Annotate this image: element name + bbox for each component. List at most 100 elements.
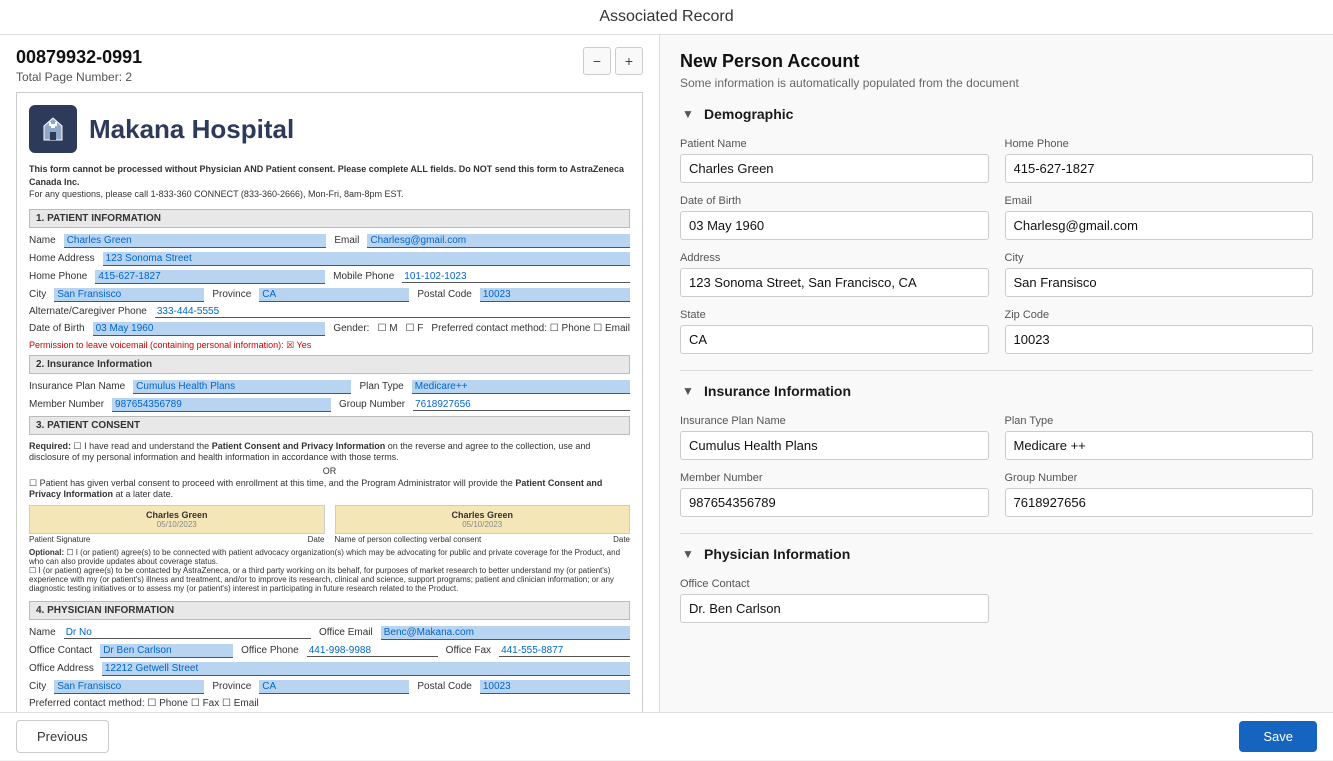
doc-info: 00879932-0991 Total Page Number: 2	[16, 47, 142, 84]
insurance-form-grid: Insurance Plan Name Plan Type Member Num…	[680, 415, 1313, 517]
patient-email-field: Charlesg@gmail.com	[367, 234, 630, 248]
insurance-chevron[interactable]: ▼	[680, 383, 696, 399]
zip-label: Zip Code	[1005, 309, 1314, 321]
save-button[interactable]: Save	[1239, 721, 1317, 752]
document-preview-panel: 00879932-0991 Total Page Number: 2 − +	[0, 35, 660, 712]
home-phone-input[interactable]	[1005, 154, 1314, 183]
doc-header: 00879932-0991 Total Page Number: 2 − +	[16, 47, 643, 84]
patient-city-field: San Fransisco	[54, 288, 204, 302]
physician-postal-field: 10023	[480, 680, 630, 694]
physician-section-label: Physician Information	[704, 546, 850, 562]
insurance-plan-row: Insurance Plan Name Cumulus Health Plans…	[29, 380, 630, 394]
doc-pages: Total Page Number: 2	[16, 70, 142, 84]
group-number-label: Group Number	[1005, 472, 1314, 484]
physician-contact-row: Office Contact Dr Ben Carlson Office Pho…	[29, 644, 630, 658]
ins-plan-name-input[interactable]	[680, 431, 989, 460]
office-contact-label: Office Contact	[680, 578, 989, 590]
email-input[interactable]	[1005, 211, 1314, 240]
physician-form-grid: Office Contact	[680, 578, 1313, 623]
patient-name-input[interactable]	[680, 154, 989, 183]
office-contact-input[interactable]	[680, 594, 989, 623]
patient-postal-field: 10023	[480, 288, 630, 302]
address-input[interactable]	[680, 268, 989, 297]
ins-plan-type-group: Plan Type	[1005, 415, 1314, 460]
email-label: Email	[1005, 195, 1314, 207]
demographic-form-grid: Patient Name Home Phone Date of Birth Em…	[680, 138, 1313, 354]
insurance-section-label: Insurance Information	[704, 383, 851, 399]
email-group: Email	[1005, 195, 1314, 240]
section-patient-consent: 3. PATIENT CONSENT	[29, 416, 630, 435]
patient-alt-phone-row: Alternate/Caregiver Phone 333-444-5555	[29, 306, 630, 318]
physician-name-field: Dr No	[64, 627, 311, 639]
consent-row1: Required: ☐ I have read and understand t…	[29, 441, 630, 462]
right-panel: New Person Account Some information is a…	[660, 35, 1333, 712]
physician-fax-field: 441-555-8877	[499, 645, 630, 657]
patient-name-field: Charles Green	[64, 234, 327, 248]
group-number-input[interactable]	[1005, 488, 1314, 517]
physician-address-field: 12212 Getwell Street	[102, 662, 630, 676]
ins-plan-name-group: Insurance Plan Name	[680, 415, 989, 460]
document-form: Makana Hospital This form cannot be proc…	[16, 92, 643, 712]
consent-optional: Optional: ☐ I (or patient) agree(s) to b…	[29, 548, 630, 593]
member-number-label: Member Number	[680, 472, 989, 484]
consent-signatures: Charles Green 05/10/2023 Patient Signatu…	[29, 505, 630, 544]
physician-chevron[interactable]: ▼	[680, 546, 696, 562]
group-number-field: 7618927656	[413, 399, 630, 411]
panel-title: New Person Account	[680, 51, 1313, 72]
patient-name-label: Patient Name	[680, 138, 989, 150]
previous-button[interactable]: Previous	[16, 720, 109, 753]
patient-address-field: 123 Sonoma Street	[103, 252, 630, 266]
patient-dob-field: 03 May 1960	[93, 322, 326, 336]
insurance-plan-field: Cumulus Health Plans	[133, 380, 351, 394]
home-phone-group: Home Phone	[1005, 138, 1314, 183]
insurance-section-header: ▼ Insurance Information	[680, 383, 1313, 403]
city-group: City	[1005, 252, 1314, 297]
patient-province-field: CA	[259, 288, 409, 302]
patient-altphone-field: 333-444-5555	[155, 306, 630, 318]
consent-section: Required: ☐ I have read and understand t…	[29, 441, 630, 593]
insurance-type-field: Medicare++	[412, 380, 630, 394]
zoom-out-button[interactable]: −	[583, 47, 611, 75]
address-group: Address	[680, 252, 989, 297]
dob-input[interactable]	[680, 211, 989, 240]
zip-input[interactable]	[1005, 325, 1314, 354]
member-number-input[interactable]	[680, 488, 989, 517]
physician-section-header: ▼ Physician Information	[680, 546, 1313, 566]
patient-phone-row: Home Phone 415-627-1827 Mobile Phone 101…	[29, 270, 630, 284]
zoom-controls: − +	[583, 47, 643, 75]
zoom-in-button[interactable]: +	[615, 47, 643, 75]
demographic-section-header: ▼ Demographic	[680, 106, 1313, 126]
ins-plan-name-label: Insurance Plan Name	[680, 415, 989, 427]
doc-id: 00879932-0991	[16, 47, 142, 68]
physician-email-field: Benc@Makana.com	[381, 626, 630, 640]
patient-name-group: Patient Name	[680, 138, 989, 183]
patient-name-row: Name Charles Green Email Charlesg@gmail.…	[29, 234, 630, 248]
physician-name-row: Name Dr No Office Email Benc@Makana.com	[29, 626, 630, 640]
patient-address-row: Home Address 123 Sonoma Street	[29, 252, 630, 266]
panel-subtitle: Some information is automatically popula…	[680, 76, 1313, 90]
insurance-numbers-row: Member Number 987654356789 Group Number …	[29, 398, 630, 412]
member-number-group: Member Number	[680, 472, 989, 517]
physician-contact-field: Dr Ben Carlson	[100, 644, 233, 658]
state-input[interactable]	[680, 325, 989, 354]
demographic-section-label: Demographic	[704, 106, 793, 122]
city-input[interactable]	[1005, 268, 1314, 297]
hospital-logo	[29, 105, 77, 153]
state-group: State	[680, 309, 989, 354]
hospital-name: Makana Hospital	[89, 114, 294, 145]
dob-label: Date of Birth	[680, 195, 989, 207]
home-phone-label: Home Phone	[1005, 138, 1314, 150]
voicemail-row: Permission to leave voicemail (containin…	[29, 340, 630, 351]
member-number-field: 987654356789	[112, 398, 331, 412]
divider-1	[680, 370, 1313, 371]
city-label: City	[1005, 252, 1314, 264]
physician-phone-field: 441-998-9988	[307, 645, 438, 657]
sig-box-2: Charles Green 05/10/2023	[335, 505, 631, 534]
section-patient-info: 1. PATIENT INFORMATION	[29, 209, 630, 228]
ins-plan-type-input[interactable]	[1005, 431, 1314, 460]
physician-preferred-contact: Preferred contact method: ☐ Phone ☐ Fax …	[29, 698, 630, 709]
group-number-group: Group Number	[1005, 472, 1314, 517]
demographic-chevron[interactable]: ▼	[680, 106, 696, 122]
state-label: State	[680, 309, 989, 321]
sig-box-1: Charles Green 05/10/2023	[29, 505, 325, 534]
